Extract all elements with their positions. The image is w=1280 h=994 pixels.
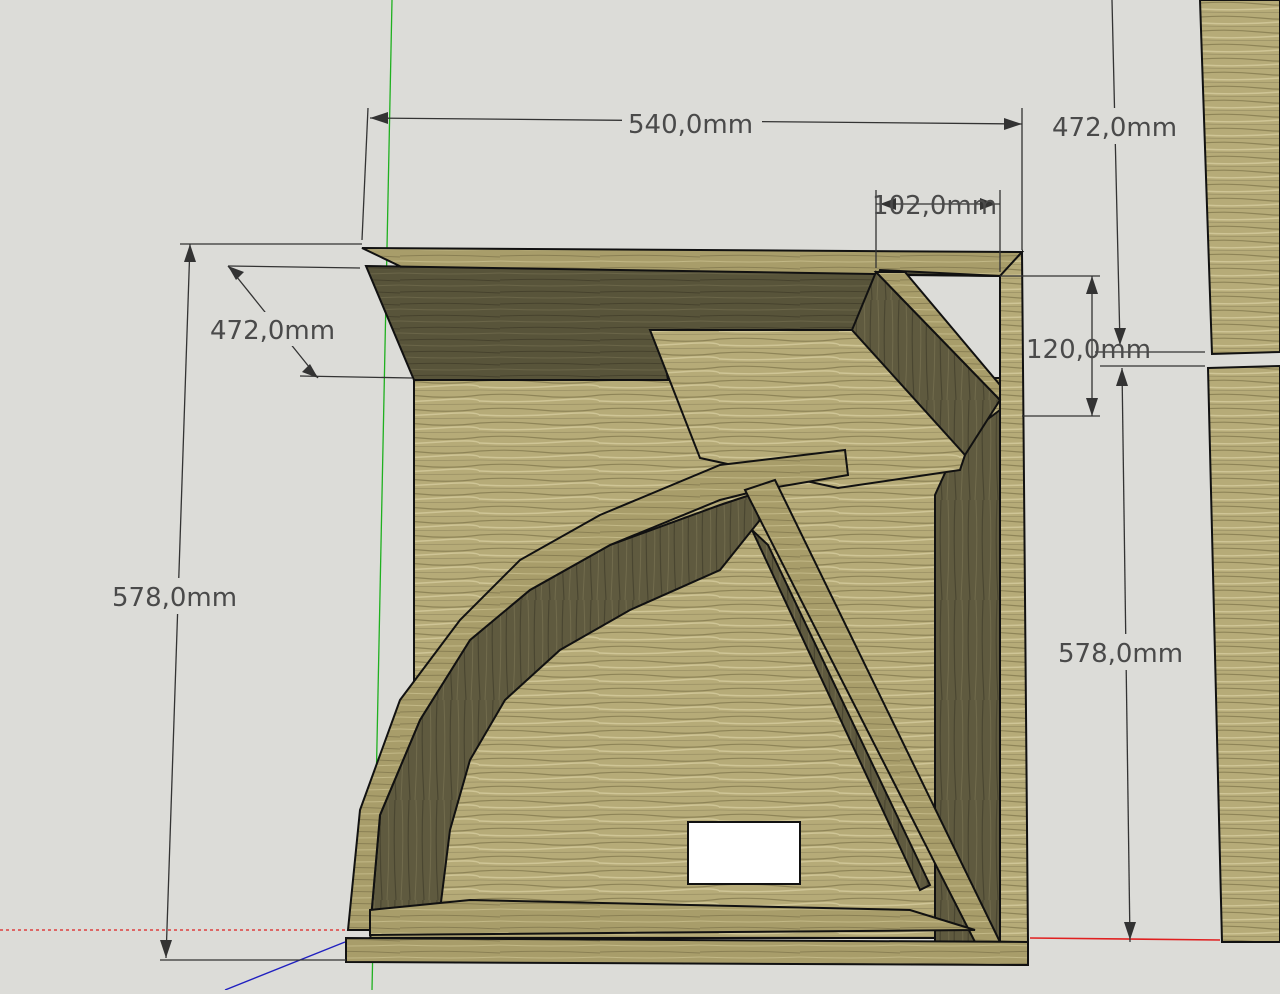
blue-axis [224,941,346,991]
right-side-panel[interactable] [999,249,1030,943]
dim-top-width[interactable]: 540,0mm [361,104,1023,250]
port-opening[interactable] [687,821,801,885]
dim-left-height-label: 578,0mm [112,583,237,613]
dim-right-height-label: 578,0mm [1058,639,1183,669]
red-axis-right [1029,937,1221,941]
dim-right-height[interactable]: 578,0mm [1056,365,1205,943]
bottom-panel[interactable] [345,936,1029,967]
neighbor-panel-top[interactable] [1198,0,1280,356]
sketchup-viewport[interactable]: 540,0mm 472,0mm 102,0mm 472,0mm 578,0mm [0,0,1280,991]
cabinet-model[interactable] [345,247,1030,967]
dim-left-height[interactable]: 578,0mm [110,243,362,961]
dim-top-width-label: 540,0mm [628,110,753,140]
dim-left-diagonal-label: 472,0mm [210,316,335,346]
neighbor-panel-bottom[interactable] [1206,364,1280,943]
dim-top-right-height-label: 472,0mm [1052,113,1177,143]
model-canvas[interactable]: 540,0mm 472,0mm 102,0mm 472,0mm 578,0mm [0,0,1280,991]
dim-right-small-height-label: 120,0mm [1026,335,1151,365]
dim-top-small-width-label: 102,0mm [872,191,997,221]
dim-top-right-height[interactable]: 472,0mm [1048,0,1205,353]
